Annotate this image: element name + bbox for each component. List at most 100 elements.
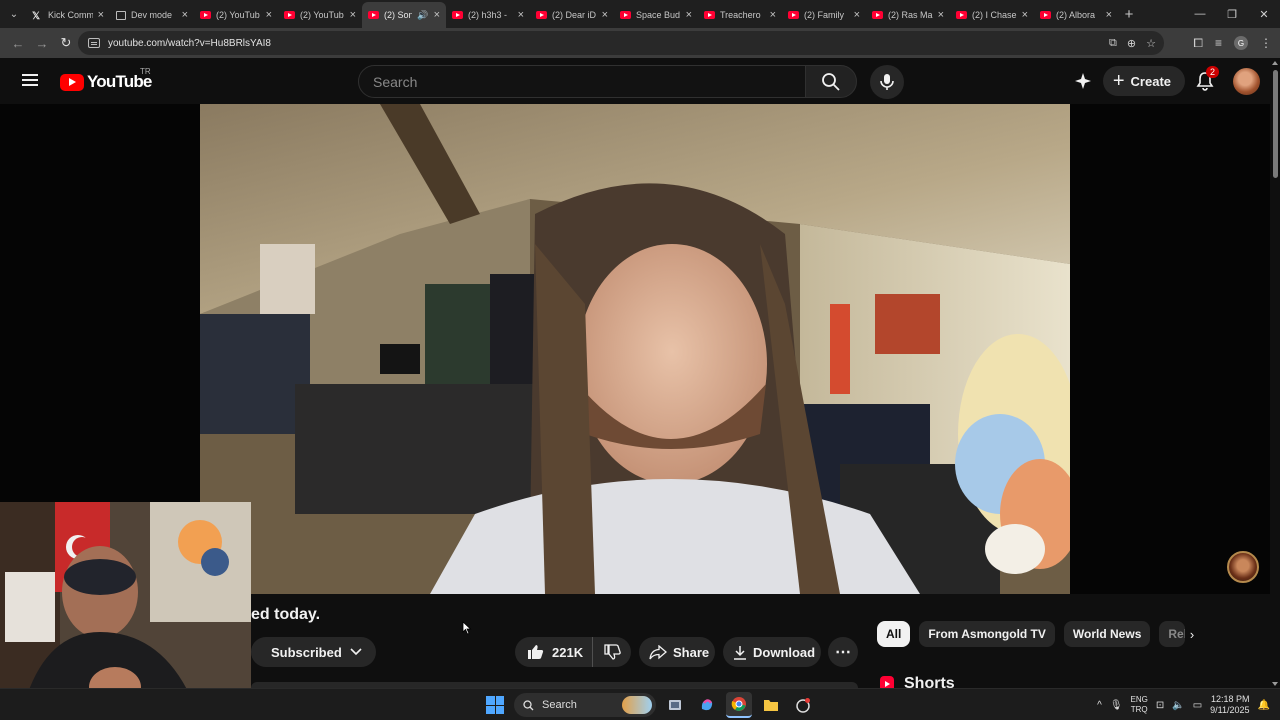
- chrome-menu-icon[interactable]: ⋮: [1260, 36, 1272, 50]
- tab-close-icon[interactable]: ×: [266, 9, 272, 21]
- chip-all[interactable]: All: [877, 621, 911, 647]
- volume-icon[interactable]: 🔈: [1172, 700, 1184, 711]
- reload-icon[interactable]: ↻: [54, 31, 78, 55]
- browser-tab[interactable]: Dev mode ×: [110, 2, 194, 28]
- browser-tab[interactable]: (2) Ras Ma ×: [866, 2, 950, 28]
- taskbar-search-label: Search: [542, 699, 577, 711]
- close-window-icon[interactable]: ✕: [1248, 0, 1280, 28]
- browser-tab[interactable]: (2) Son 🔊 ×: [362, 2, 446, 28]
- more-actions-button[interactable]: ⋯: [828, 637, 858, 667]
- tab-close-icon[interactable]: ×: [518, 9, 524, 21]
- minimize-icon[interactable]: —: [1184, 0, 1216, 28]
- share-button[interactable]: Share: [639, 637, 715, 667]
- tab-close-icon[interactable]: ×: [182, 9, 188, 21]
- scrollbar-thumb[interactable]: [1273, 70, 1278, 178]
- browser-tab[interactable]: (2) Dear iD ×: [530, 2, 614, 28]
- tab-close-icon[interactable]: ×: [98, 9, 104, 21]
- ask-sparkle-button[interactable]: [1063, 72, 1103, 90]
- mouse-cursor-icon: [462, 621, 472, 635]
- chrome-taskbar-icon[interactable]: [726, 692, 752, 718]
- youtube-icon: [704, 11, 715, 19]
- tab-close-icon[interactable]: ×: [686, 9, 692, 21]
- profile-avatar[interactable]: G: [1234, 36, 1248, 50]
- browser-tab[interactable]: (2) I Chase ×: [950, 2, 1034, 28]
- forward-arrow-icon[interactable]: →: [30, 31, 54, 55]
- share-arrow-icon: [649, 644, 667, 659]
- browser-tab[interactable]: 𝕏 Kick Comm ×: [26, 2, 110, 28]
- tab-close-icon[interactable]: ×: [1022, 9, 1028, 21]
- tab-audio-speaker-icon[interactable]: 🔊: [417, 10, 428, 21]
- tab-close-icon[interactable]: ×: [602, 9, 608, 21]
- browser-tab[interactable]: (2) Family ×: [782, 2, 866, 28]
- search-button[interactable]: [805, 65, 857, 98]
- tab-list: 𝕏 Kick Comm × Dev mode × (2) YouTub × (2) YouTu…: [26, 0, 1118, 28]
- tab-close-icon[interactable]: ×: [770, 9, 776, 21]
- scroll-up-arrow-icon[interactable]: [1272, 61, 1278, 65]
- bookmark-star-icon[interactable]: ☆: [1146, 37, 1156, 50]
- file-explorer-icon[interactable]: [758, 692, 784, 718]
- tab-close-icon[interactable]: ×: [1106, 9, 1112, 21]
- notifications-button[interactable]: 2: [1185, 66, 1225, 91]
- taskbar-search-icon: [523, 699, 534, 710]
- windows-start-icon[interactable]: [486, 696, 504, 714]
- browser-tab[interactable]: (2) h3h3 - ×: [446, 2, 530, 28]
- extensions-puzzle-icon[interactable]: ⧠: [1193, 36, 1203, 51]
- youtube-logo[interactable]: YouTube TR: [60, 67, 152, 92]
- tab-title: Kick Comm: [48, 10, 93, 20]
- zoom-icon[interactable]: ⊕: [1127, 37, 1136, 50]
- clock-date: 9/11/2025: [1210, 705, 1250, 715]
- channel-watermark-avatar[interactable]: [1227, 551, 1259, 583]
- chevron-down-icon: [350, 648, 362, 656]
- network-icon[interactable]: ⊡: [1156, 700, 1164, 711]
- scroll-down-arrow-icon[interactable]: [1272, 682, 1278, 686]
- browser-tab[interactable]: (2) Albora ×: [1034, 2, 1118, 28]
- chip-from-channel[interactable]: From Asmongold TV: [919, 621, 1055, 647]
- browser-tab[interactable]: (2) YouTub ×: [278, 2, 362, 28]
- battery-icon[interactable]: ▭: [1193, 700, 1202, 711]
- url-text[interactable]: youtube.com/watch?v=Hu8BRlsYAI8: [108, 38, 271, 49]
- taskbar-search-box[interactable]: Search: [514, 693, 656, 717]
- chip-related[interactable]: Rel: [1159, 621, 1186, 647]
- search-input[interactable]: [359, 66, 805, 97]
- copilot-icon[interactable]: [694, 692, 720, 718]
- taskbar-clock[interactable]: 12:18 PM 9/11/2025: [1210, 694, 1249, 716]
- download-button[interactable]: Download: [723, 637, 821, 667]
- tab-close-icon[interactable]: ×: [434, 9, 440, 21]
- media-control-icon[interactable]: ≡: [1215, 36, 1222, 50]
- create-button[interactable]: + Create: [1102, 66, 1185, 96]
- browser-tab[interactable]: (2) YouTub ×: [194, 2, 278, 28]
- user-avatar[interactable]: [1233, 67, 1260, 95]
- chip-world-news[interactable]: World News: [1063, 621, 1151, 647]
- language-line1: ENG: [1130, 695, 1148, 704]
- new-tab-plus-icon[interactable]: +: [1118, 6, 1140, 23]
- notification-center-bell-icon[interactable]: 🔔: [1258, 700, 1270, 711]
- tab-search-chevron-icon[interactable]: ⌄: [2, 4, 26, 24]
- tab-close-icon[interactable]: ×: [938, 9, 944, 21]
- browser-tab[interactable]: Treachero ×: [698, 2, 782, 28]
- input-language-indicator[interactable]: ENG TRQ: [1131, 695, 1148, 715]
- app-with-notification-icon[interactable]: [790, 692, 816, 718]
- page-scrollbar[interactable]: [1270, 58, 1280, 688]
- back-arrow-icon[interactable]: ←: [6, 31, 30, 55]
- like-button[interactable]: 221K: [515, 637, 593, 667]
- site-info-icon[interactable]: [88, 38, 100, 48]
- tab-close-icon[interactable]: ×: [350, 9, 356, 21]
- address-bar[interactable]: youtube.com/watch?v=Hu8BRlsYAI8 ⧉ ⊕ ☆: [78, 31, 1164, 55]
- install-app-icon[interactable]: ⧉: [1109, 37, 1117, 50]
- chips-next-chevron-icon[interactable]: ›: [1184, 626, 1200, 642]
- browser-tab[interactable]: Space Bud ×: [614, 2, 698, 28]
- youtube-icon: [788, 11, 799, 19]
- voice-search-button[interactable]: [870, 65, 904, 99]
- tab-title: (2) Dear iD: [552, 10, 597, 20]
- tab-close-icon[interactable]: ×: [854, 9, 860, 21]
- show-hidden-icons-chevron-icon[interactable]: ^: [1097, 700, 1102, 711]
- hamburger-menu-icon[interactable]: [22, 74, 38, 86]
- microphone-tray-icon[interactable]: 🎙: [1110, 700, 1123, 711]
- tab-title: (2) Ras Ma: [888, 10, 933, 20]
- restore-icon[interactable]: ❐: [1216, 0, 1248, 28]
- search-box[interactable]: [358, 65, 806, 98]
- video-player[interactable]: [200, 104, 1070, 594]
- dislike-button[interactable]: [593, 644, 631, 660]
- task-view-icon[interactable]: [662, 692, 688, 718]
- subscribed-button[interactable]: Subscribed: [251, 637, 376, 667]
